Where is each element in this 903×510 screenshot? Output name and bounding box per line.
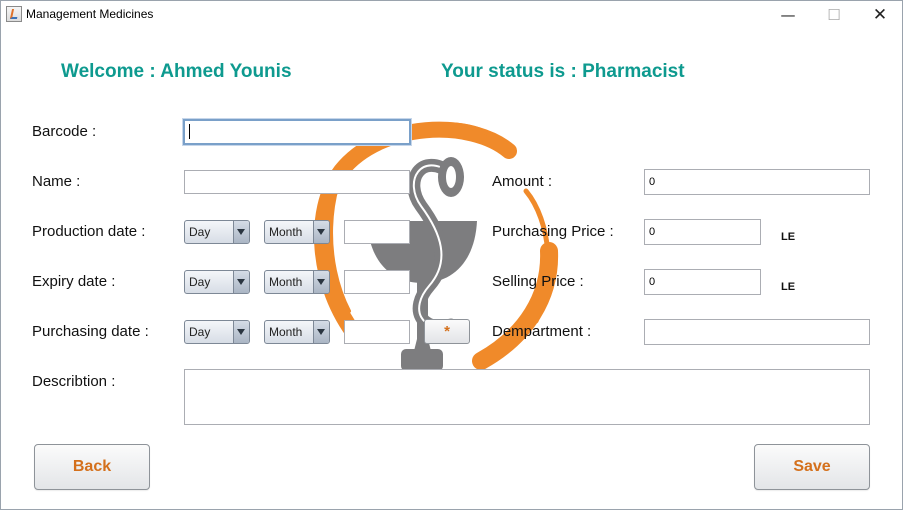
maximize-button[interactable]: ☐ <box>811 1 857 29</box>
description-label: Describtion : <box>32 373 116 390</box>
selling-price-currency: LE <box>781 281 796 293</box>
back-button[interactable]: Back <box>34 444 150 490</box>
barcode-label: Barcode : <box>32 123 97 140</box>
text-caret <box>189 124 190 139</box>
production-day-value: Day <box>189 225 211 239</box>
expiry-year-input[interactable] <box>344 270 410 294</box>
description-textarea[interactable] <box>184 369 870 425</box>
purchasing-price-currency: LE <box>781 231 796 243</box>
expiry-day-select[interactable]: Day <box>184 270 250 294</box>
amount-label: Amount : <box>492 173 553 190</box>
java-cup-icon <box>6 6 22 22</box>
expiry-month-select[interactable]: Month <box>264 270 330 294</box>
production-month-value: Month <box>269 225 303 239</box>
close-button[interactable]: ✕ <box>857 1 902 29</box>
chevron-down-icon <box>233 321 249 343</box>
chevron-down-icon <box>313 271 329 293</box>
window-title: Management Medicines <box>26 7 154 21</box>
selling-price-input[interactable]: 0 <box>644 269 761 295</box>
expiry-date-label: Expiry date : <box>32 273 116 290</box>
name-input[interactable] <box>184 170 410 194</box>
chevron-down-icon <box>233 271 249 293</box>
purchasing-year-input[interactable] <box>344 320 410 344</box>
amount-input[interactable]: 0 <box>644 169 870 195</box>
production-year-input[interactable] <box>344 220 410 244</box>
purchasing-day-select[interactable]: Day <box>184 320 250 344</box>
purchasing-price-input[interactable]: 0 <box>644 219 761 245</box>
minimize-button[interactable]: — <box>765 1 811 29</box>
welcome-message: Welcome : Ahmed Younis <box>61 61 292 82</box>
production-date-label: Production date : <box>32 223 146 240</box>
selling-price-label: Selling Price : <box>492 273 584 290</box>
production-day-select[interactable]: Day <box>184 220 250 244</box>
expiry-month-value: Month <box>269 275 303 289</box>
purchasing-date-label: Purchasing date : <box>32 323 149 340</box>
department-label: Dempartment : <box>492 323 592 340</box>
purchasing-day-value: Day <box>189 325 211 339</box>
chevron-down-icon <box>233 221 249 243</box>
title-bar[interactable]: Management Medicines — ☐ ✕ <box>1 1 902 29</box>
app-window: Management Medicines — ☐ ✕ Welcome : Ahm… <box>0 0 903 510</box>
expiry-day-value: Day <box>189 275 211 289</box>
purchasing-month-value: Month <box>269 325 303 339</box>
department-input[interactable] <box>644 319 870 345</box>
name-label: Name : <box>32 173 81 190</box>
barcode-input[interactable] <box>183 119 411 145</box>
purchasing-month-select[interactable]: Month <box>264 320 330 344</box>
chevron-down-icon <box>313 221 329 243</box>
purchasing-price-label: Purchasing Price : <box>492 223 614 240</box>
chevron-down-icon <box>313 321 329 343</box>
user-status: Your status is : Pharmacist <box>441 61 685 82</box>
save-button[interactable]: Save <box>754 444 870 490</box>
production-month-select[interactable]: Month <box>264 220 330 244</box>
date-now-button[interactable]: * <box>424 319 470 344</box>
